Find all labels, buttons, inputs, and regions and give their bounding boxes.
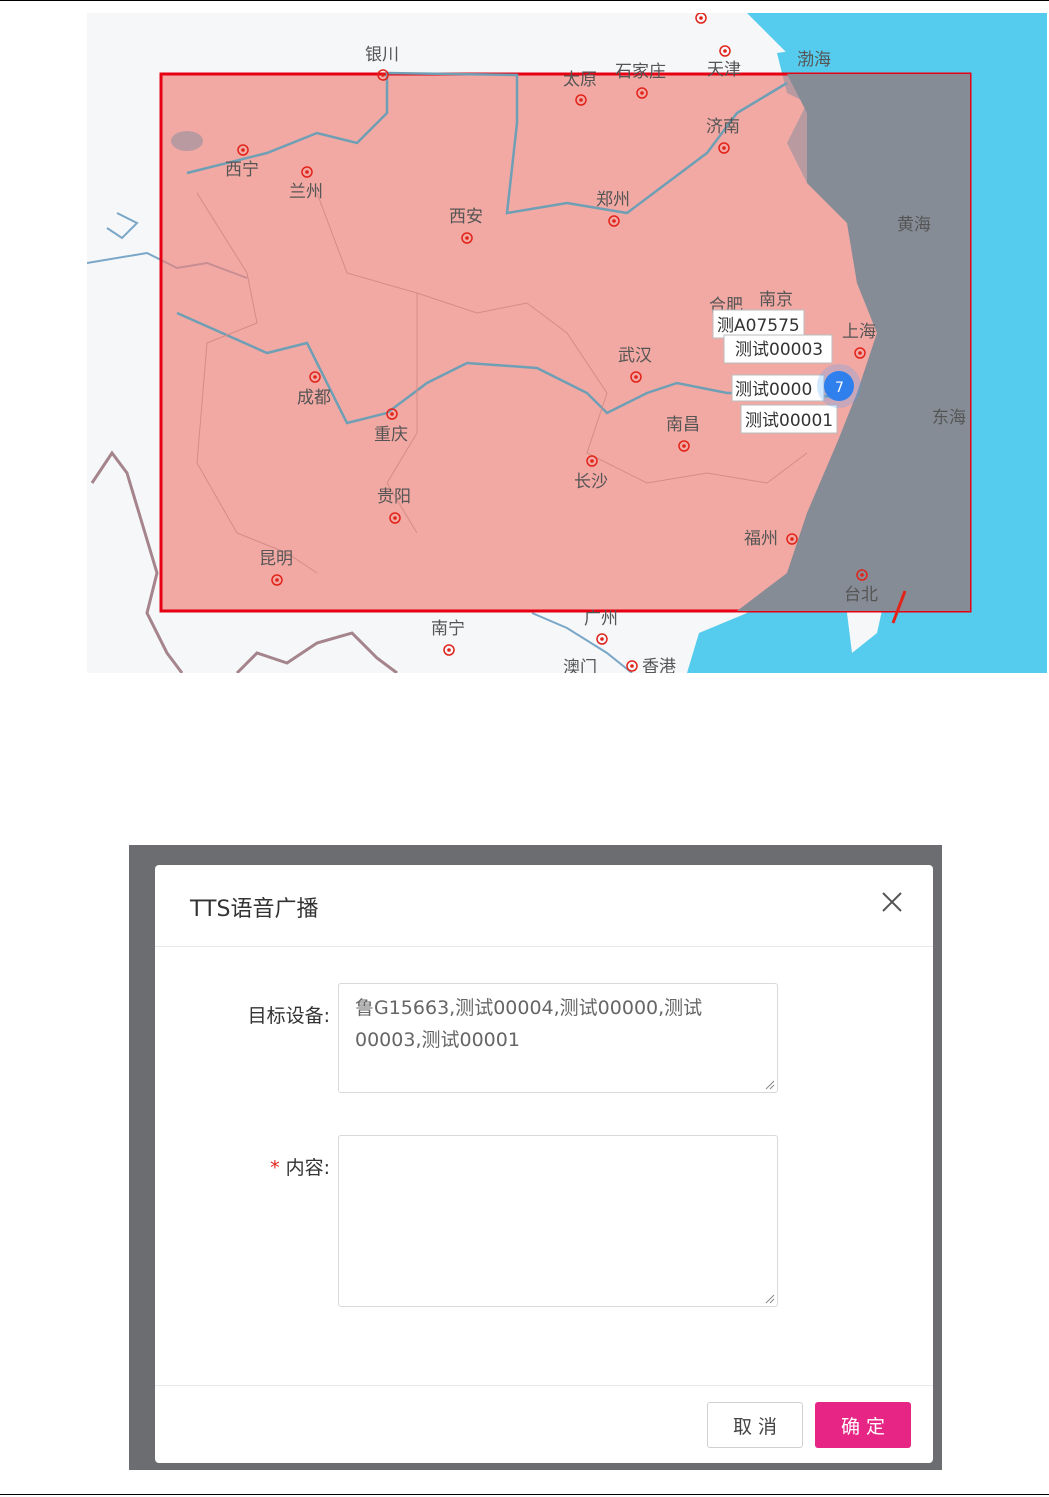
svg-text:贵阳: 贵阳 [377, 487, 411, 507]
dialog-header: TTS语音广播 [155, 865, 933, 947]
svg-text:石家庄: 石家庄 [615, 62, 666, 82]
target-device-label: 目标设备: [247, 1005, 330, 1027]
svg-text:长沙: 长沙 [574, 472, 608, 492]
svg-text:太原: 太原 [563, 70, 597, 90]
svg-text:昆明: 昆明 [259, 549, 293, 569]
svg-text:西宁: 西宁 [225, 160, 259, 180]
svg-text:广州: 广州 [584, 609, 618, 629]
content-label: * 内容: [270, 1157, 330, 1179]
label-bohai: 渤海 [797, 50, 831, 70]
svg-text:武汉: 武汉 [618, 346, 652, 366]
svg-text:测A07575: 测A07575 [717, 316, 800, 336]
dialog-title: TTS语音广播 [190, 897, 319, 922]
map-view[interactable]: 银川 太原 石家庄 天津 渤海 西宁 兰州 济南 西安 郑州 黄海 南京 上海 … [87, 13, 1047, 673]
svg-text:西安: 西安 [449, 207, 483, 227]
device-cluster[interactable]: 7 [817, 364, 861, 408]
svg-text:成都: 成都 [297, 388, 331, 408]
svg-text:澳门: 澳门 [563, 658, 597, 673]
resize-grip-icon[interactable] [763, 1292, 775, 1304]
label-donghai: 东海 [932, 408, 966, 428]
device-tag[interactable]: 测试0000 [731, 374, 825, 402]
device-tag[interactable]: 测试00003 [723, 334, 833, 364]
dialog-screenshot: TTS语音广播 目标设备: 鲁G15663,测试00004,测试00000,测试… [129, 845, 942, 1470]
top-rule [0, 0, 1049, 1]
tts-dialog: TTS语音广播 目标设备: 鲁G15663,测试00004,测试00000,测试… [155, 865, 933, 1463]
bottom-rule [0, 1494, 1049, 1495]
device-tag[interactable]: 测试00001 [740, 404, 838, 434]
svg-text:南宁: 南宁 [431, 619, 465, 639]
svg-text:测试0000: 测试0000 [735, 380, 812, 400]
svg-text:郑州: 郑州 [596, 190, 630, 210]
svg-text:济南: 济南 [706, 117, 740, 137]
svg-text:福州: 福州 [744, 529, 778, 549]
cancel-button[interactable]: 取 消 [707, 1402, 803, 1448]
svg-text:测试00001: 测试00001 [745, 411, 833, 431]
svg-text:天津: 天津 [707, 60, 741, 80]
svg-text:重庆: 重庆 [374, 425, 408, 445]
svg-text:7: 7 [835, 380, 844, 396]
svg-text:香港: 香港 [642, 657, 676, 673]
resize-grip-icon[interactable] [763, 1078, 775, 1090]
svg-text:兰州: 兰州 [289, 182, 323, 202]
city-nanjing[interactable]: 南京 [759, 290, 793, 310]
svg-text:上海: 上海 [842, 322, 876, 342]
close-icon[interactable] [879, 889, 905, 915]
device-tag[interactable]: 测A07575 [712, 309, 805, 339]
svg-text:银川: 银川 [365, 45, 399, 65]
confirm-button[interactable]: 确 定 [815, 1402, 911, 1448]
svg-text:南京: 南京 [759, 290, 793, 310]
city-macau[interactable]: 澳门 [563, 658, 597, 673]
target-device-value: 鲁G15663,测试00004,测试00000,测试00003,测试00001 [355, 997, 703, 1051]
dialog-footer-divider [155, 1385, 933, 1386]
svg-text:测试00003: 测试00003 [735, 340, 823, 360]
svg-text:台北: 台北 [844, 585, 878, 605]
content-field[interactable] [338, 1135, 778, 1307]
required-mark: * [270, 1157, 280, 1179]
target-device-field[interactable]: 鲁G15663,测试00004,测试00000,测试00003,测试00001 [338, 983, 778, 1093]
svg-text:南昌: 南昌 [666, 415, 700, 435]
label-huanghai: 黄海 [897, 215, 931, 235]
